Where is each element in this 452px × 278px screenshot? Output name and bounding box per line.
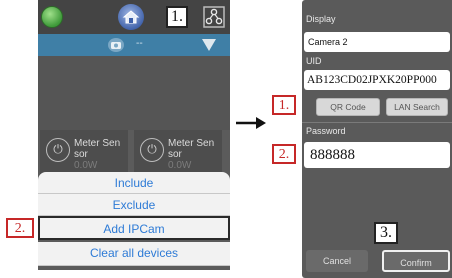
camera-bar[interactable]: -- <box>38 34 230 56</box>
device-tile[interactable]: ⏻ Meter Sen sor 0.0W <box>134 130 222 174</box>
device-name: Meter Sen sor <box>168 138 215 160</box>
share-icon[interactable] <box>203 6 225 28</box>
uid-field[interactable]: AB123CD02JPXK20PP000 <box>304 70 450 90</box>
uid-label: UID <box>306 56 322 66</box>
top-bar: 1. <box>38 0 230 34</box>
step-marker-3: 3. <box>374 222 398 244</box>
device-watt: 0.0W <box>168 160 192 171</box>
plug-icon: ⏻ <box>140 138 164 162</box>
video-area <box>38 56 230 130</box>
exclude-button[interactable]: Exclude <box>38 194 230 216</box>
tutorial-stage: 1. -- ⏻ Meter Sen sor 0.0W ⏻ Meter Sen s… <box>0 0 452 278</box>
password-field[interactable]: 888888 <box>304 142 450 168</box>
display-field[interactable]: Camera 2 <box>304 32 450 52</box>
add-ipcam-button[interactable]: Add IPCam <box>38 216 230 240</box>
right-phone-screen: Display Camera 2 UID AB123CD02JPXK20PP00… <box>302 0 452 278</box>
home-icon[interactable] <box>41 6 63 28</box>
annotation-step-2: 2. <box>6 218 34 238</box>
annotation-step-1: 1. <box>272 95 296 115</box>
qr-code-button[interactable]: QR Code <box>316 98 380 116</box>
arrow-right-icon <box>236 117 266 129</box>
dropdown-triangle-icon[interactable] <box>202 39 216 51</box>
camera-icon <box>108 38 124 52</box>
left-phone-screen: 1. -- ⏻ Meter Sen sor 0.0W ⏻ Meter Sen s… <box>38 0 230 270</box>
plug-icon: ⏻ <box>46 138 70 162</box>
divider <box>302 122 452 123</box>
password-label: Password <box>306 126 346 136</box>
device-watt: 0.0W <box>74 160 98 171</box>
camera-bar-label: -- <box>136 38 143 49</box>
clear-all-devices-button[interactable]: Clear all devices <box>38 242 230 266</box>
annotation-step-2-right: 2. <box>272 144 296 164</box>
step-marker-1: 1. <box>166 6 188 28</box>
device-tile[interactable]: ⏻ Meter Sen sor 0.0W <box>40 130 128 174</box>
house-icon[interactable] <box>118 4 144 30</box>
include-button[interactable]: Include <box>38 172 230 194</box>
confirm-button[interactable]: Confirm <box>382 250 450 272</box>
cancel-button[interactable]: Cancel <box>306 250 368 272</box>
device-name: Meter Sen sor <box>74 138 121 160</box>
display-label: Display <box>306 14 336 24</box>
lan-search-button[interactable]: LAN Search <box>386 98 448 116</box>
